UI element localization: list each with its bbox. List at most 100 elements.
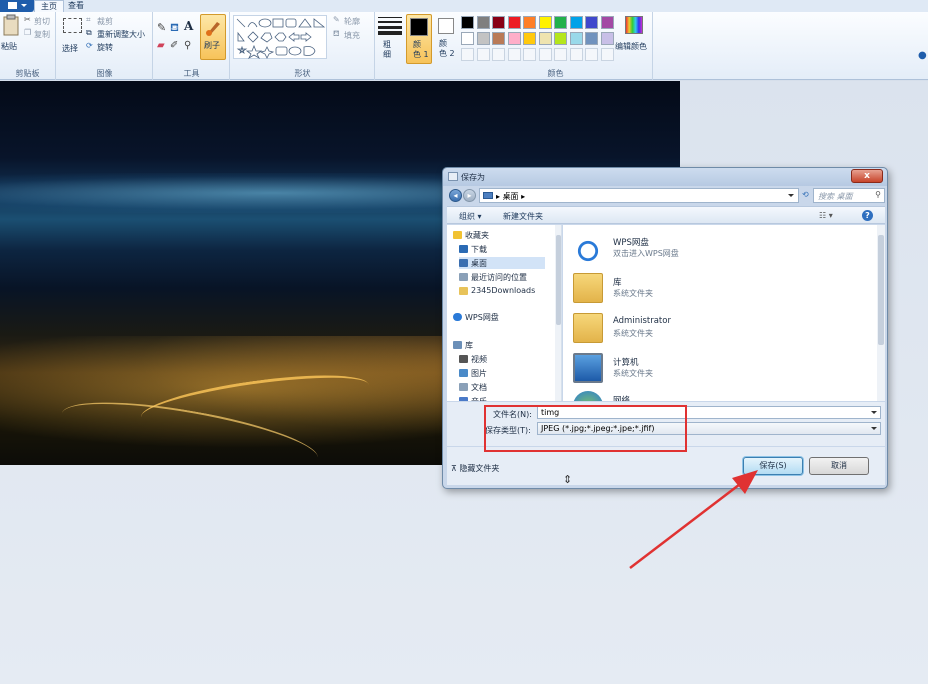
forward-button[interactable]: ▸ bbox=[463, 189, 476, 202]
crop-label: 裁剪 bbox=[97, 17, 113, 26]
custom-color-slot[interactable] bbox=[554, 48, 567, 61]
forward-arrow-icon: ▸ bbox=[467, 191, 472, 200]
color-swatch[interactable] bbox=[554, 16, 567, 29]
custom-color-slot[interactable] bbox=[507, 48, 521, 61]
text-tool-icon[interactable]: A bbox=[184, 19, 193, 33]
new-folder-button[interactable]: 新建文件夹 bbox=[503, 211, 543, 222]
file-item[interactable]: Administrator 系统文件夹 bbox=[573, 311, 853, 347]
cut-button[interactable]: ✂ 剪切 bbox=[24, 15, 54, 26]
file-item[interactable]: 库系统文件夹 bbox=[573, 271, 853, 307]
file-item[interactable]: 计算机 系统文件夹 bbox=[573, 351, 853, 387]
nav-item[interactable]: 桌面 bbox=[459, 257, 545, 269]
pencil-icon[interactable]: ✎ bbox=[157, 21, 166, 34]
crop-button[interactable]: ⌗ 裁剪 bbox=[86, 15, 146, 26]
custom-color-slot[interactable] bbox=[600, 48, 614, 61]
color2-button[interactable]: 颜 色 2 bbox=[434, 14, 458, 64]
brush-label: 刷子 bbox=[204, 41, 220, 50]
color-picker-icon[interactable]: ✐ bbox=[170, 40, 178, 51]
chevron-down-icon[interactable] bbox=[871, 427, 877, 430]
file-item-desc: 双击进入WPS网盘 bbox=[613, 249, 679, 258]
file-item-name: WPS网盘 bbox=[613, 238, 649, 248]
resize-button[interactable]: ⧉ 重新调整大小 bbox=[86, 28, 152, 39]
save-button[interactable]: 保存(S) bbox=[743, 457, 803, 475]
brush-button[interactable]: 刷子 bbox=[200, 14, 226, 60]
select-button[interactable]: 选择 bbox=[60, 16, 84, 60]
nav-scrollbar-thumb[interactable] bbox=[556, 235, 561, 325]
custom-color-slot[interactable] bbox=[569, 48, 583, 61]
size-button[interactable]: 粗 细 bbox=[376, 14, 404, 64]
hide-folders-toggle[interactable]: ⊼ 隐藏文件夹 bbox=[451, 463, 499, 474]
magnifier-icon[interactable]: ⚲ bbox=[184, 40, 191, 51]
copy-button[interactable]: ❐ 复制 bbox=[24, 28, 54, 39]
color-swatch[interactable] bbox=[461, 16, 474, 29]
color-swatch[interactable] bbox=[585, 16, 598, 29]
color-swatch[interactable] bbox=[492, 16, 505, 29]
color-swatch[interactable] bbox=[585, 32, 598, 45]
color-swatch[interactable] bbox=[507, 16, 521, 29]
custom-color-slot[interactable] bbox=[461, 48, 474, 61]
view-options-icon[interactable]: ☷ ▾ bbox=[819, 211, 833, 220]
organize-button[interactable]: 组织 ▾ bbox=[459, 211, 482, 222]
file-item[interactable]: 网络 bbox=[573, 389, 853, 401]
custom-color-slot[interactable] bbox=[476, 48, 490, 61]
outline-button[interactable]: ✎ 轮廓 bbox=[333, 15, 373, 26]
address-dropdown-icon[interactable] bbox=[788, 194, 794, 197]
color-swatch[interactable] bbox=[523, 16, 536, 29]
help-icon[interactable]: ? bbox=[862, 210, 873, 221]
color-swatch[interactable] bbox=[476, 16, 490, 29]
color-swatch[interactable] bbox=[569, 32, 583, 45]
select-label: 选择 bbox=[62, 44, 78, 53]
color-swatch[interactable] bbox=[523, 32, 536, 45]
tab-home[interactable]: 主页 bbox=[34, 0, 64, 12]
color-swatch[interactable] bbox=[507, 32, 521, 45]
color-swatch[interactable] bbox=[569, 16, 583, 29]
custom-color-slot[interactable] bbox=[538, 48, 552, 61]
chevron-down-icon[interactable] bbox=[871, 411, 877, 414]
custom-color-slot[interactable] bbox=[585, 48, 598, 61]
star-icon bbox=[453, 231, 462, 239]
resize-cursor-icon: ⇕ bbox=[563, 473, 573, 486]
resize-icon: ⧉ bbox=[86, 28, 92, 37]
color-swatch[interactable] bbox=[538, 16, 552, 29]
color1-button[interactable]: 颜 色 1 bbox=[406, 14, 432, 64]
cloud-icon bbox=[573, 233, 603, 263]
color-swatch[interactable] bbox=[538, 32, 552, 45]
app-menu-button[interactable] bbox=[0, 0, 34, 12]
size-label: 粗 细 bbox=[383, 40, 391, 59]
close-button[interactable]: x bbox=[851, 169, 883, 183]
color-swatch[interactable] bbox=[600, 16, 614, 29]
help-ribbon-icon[interactable]: ● bbox=[918, 50, 927, 61]
back-button[interactable]: ◂ bbox=[449, 189, 462, 202]
shapes-gallery-icon bbox=[236, 18, 326, 59]
color-swatch[interactable] bbox=[476, 32, 490, 45]
shapes-group-label: 形状 bbox=[294, 69, 311, 78]
color-swatch[interactable] bbox=[461, 32, 474, 45]
dialog-titlebar[interactable]: 保存为 x bbox=[443, 168, 887, 186]
color-swatch[interactable] bbox=[554, 32, 567, 45]
refresh-icon[interactable]: ⟲ bbox=[802, 190, 809, 199]
fill-label: 填充 bbox=[344, 31, 360, 40]
copy-label: 复制 bbox=[34, 30, 50, 39]
tab-view[interactable]: 查看 bbox=[62, 0, 90, 12]
fill-bucket-icon[interactable]: ⛾ bbox=[170, 21, 179, 36]
file-item[interactable]: WPS网盘 双击进入WPS网盘 bbox=[573, 231, 853, 267]
edit-colors-button[interactable]: 编辑颜色 bbox=[615, 14, 653, 60]
cancel-button[interactable]: 取消 bbox=[809, 457, 869, 475]
custom-color-slot[interactable] bbox=[523, 48, 536, 61]
search-input[interactable]: 搜索 桌面 ⚲ bbox=[813, 188, 885, 203]
shapes-gallery[interactable] bbox=[233, 15, 327, 59]
address-bar[interactable]: ▸ 桌面 ▸ bbox=[479, 188, 799, 203]
outline-icon: ✎ bbox=[333, 15, 340, 24]
paint-app-icon bbox=[448, 172, 458, 181]
color-swatch[interactable] bbox=[492, 32, 505, 45]
color-swatch[interactable] bbox=[600, 32, 614, 45]
paste-button[interactable]: 粘贴 bbox=[1, 14, 21, 60]
eraser-icon[interactable]: ▰ bbox=[157, 40, 165, 51]
fill-icon: ⛾ bbox=[333, 29, 340, 38]
file-scrollbar-thumb[interactable] bbox=[878, 235, 884, 345]
paste-icon bbox=[3, 14, 19, 36]
back-arrow-icon: ◂ bbox=[453, 191, 458, 200]
custom-color-slot[interactable] bbox=[492, 48, 505, 61]
rotate-button[interactable]: ⟳ 旋转 bbox=[86, 41, 146, 52]
fill-button[interactable]: ⛾ 填充 bbox=[333, 29, 373, 40]
